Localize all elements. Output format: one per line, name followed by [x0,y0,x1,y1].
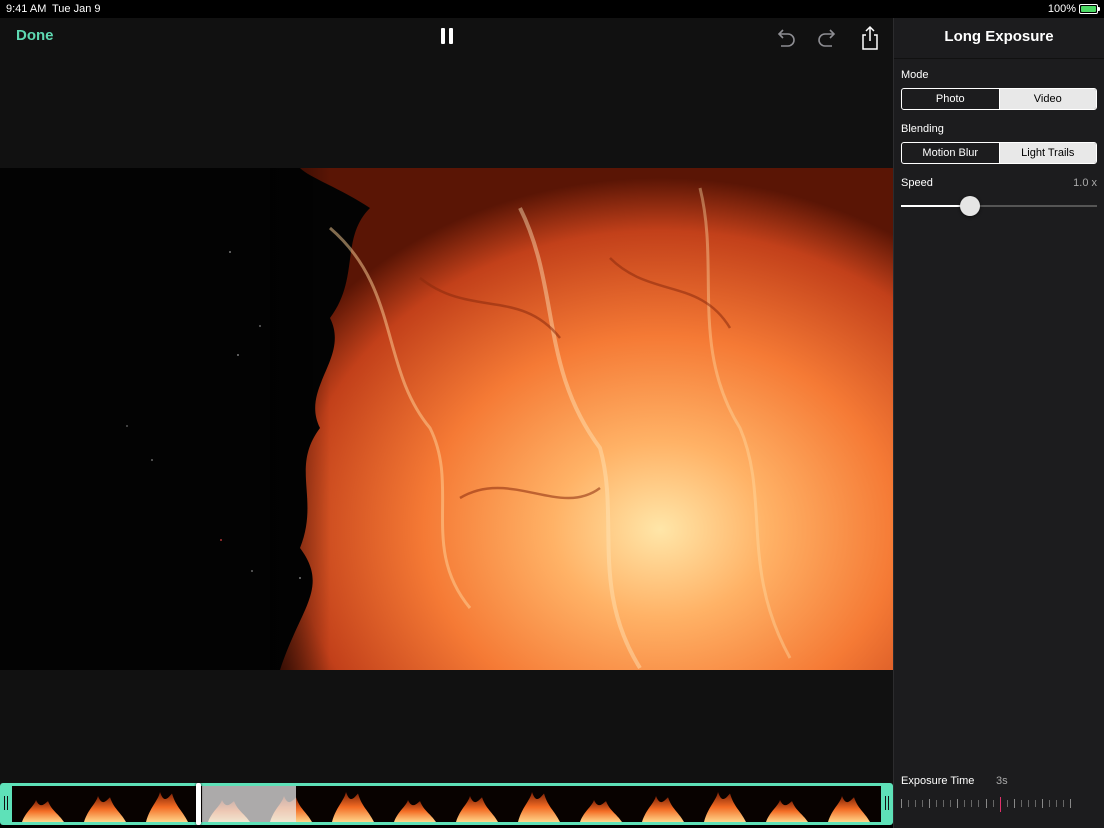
ruler-tick [993,800,994,807]
ruler-tick [978,800,979,807]
speed-slider-thumb[interactable] [959,196,980,216]
flame-thumbnail [704,792,746,822]
ruler-tick [943,800,944,807]
flame-thumbnail [642,796,684,822]
mode-option-photo[interactable]: Photo [902,89,999,109]
mode-label: Mode [901,69,929,81]
ruler-tick [915,800,916,807]
blending-segmented-control: Motion Blur Light Trails [901,142,1097,164]
ruler-tick [908,800,909,807]
status-time: 9:41 AM [6,3,47,15]
exposure-time-value: 3s [996,775,1008,787]
ruler-tick [929,799,930,808]
ruler-tick [950,800,951,807]
panel-title: Long Exposure [944,28,1054,45]
ruler-tick [957,799,958,808]
blending-option-motion-blur[interactable]: Motion Blur [902,143,999,163]
speed-label: Speed [901,177,933,189]
undo-icon[interactable] [771,24,799,52]
ruler-tick [1035,800,1036,807]
flame-thumbnail [394,800,436,822]
status-bar: 9:41 AM Tue Jan 9 100% [0,0,1104,18]
blending-option-light-trails[interactable]: Light Trails [998,143,1096,163]
ruler-tick [1070,799,1071,808]
flame-thumbnails [22,792,870,822]
flame-thumbnail [22,800,64,822]
flame-thumbnail [84,796,126,822]
ruler-tick [1021,800,1022,807]
trim-handle-left[interactable] [4,796,8,810]
ruler-tick [1063,800,1064,807]
ruler-tick [1014,799,1015,808]
flame-thumbnail [828,796,870,822]
redo-icon[interactable] [814,24,842,52]
speed-slider[interactable] [901,196,1097,216]
status-date: Tue Jan 9 [52,3,101,15]
ruler-tick [936,800,937,807]
trim-handle-right[interactable] [885,796,889,810]
long-exposure-panel: Long Exposure Mode Photo Video Blending … [893,18,1104,828]
battery-percent: 100% [1047,3,1076,15]
ruler-tick [1049,800,1050,807]
ruler-tick [901,799,902,808]
pause-icon[interactable] [440,28,454,44]
done-button[interactable]: Done [16,27,54,44]
ruler-tick [922,800,923,807]
flame-thumbnail [456,796,498,822]
flame-thumbnail [518,792,560,822]
video-preview-area [0,58,893,784]
exposure-window[interactable] [202,786,296,822]
ruler-tick [1056,800,1057,807]
playhead[interactable] [196,783,201,825]
flame-thumbnail [580,800,622,822]
fire-image [0,168,893,670]
flame-thumbnail [766,800,808,822]
flame-thumbnail [332,792,374,822]
toolbar: Done [0,18,893,58]
ruler-tick [1007,800,1008,807]
mode-segmented-control: Photo Video [901,88,1097,110]
exposure-time-label: Exposure Time [901,775,975,787]
ruler-tick [964,800,965,807]
share-icon[interactable] [856,24,884,52]
thumbnail-strip[interactable] [12,786,881,822]
ruler-tick [1042,799,1043,808]
ruler-tick [986,799,987,808]
exposure-marker [1000,797,1001,812]
ruler-tick [971,800,972,807]
panel-divider [894,58,1104,59]
blending-label: Blending [901,123,944,135]
exposure-time-ruler[interactable] [901,797,1071,812]
ruler-tick [1028,800,1029,807]
flame-thumbnail [146,792,188,822]
video-frame[interactable] [0,168,893,670]
battery-icon [1079,4,1100,14]
mode-option-video[interactable]: Video [998,89,1096,109]
speed-value: 1.0 x [1073,177,1097,189]
timeline-scrubber[interactable] [0,783,893,825]
